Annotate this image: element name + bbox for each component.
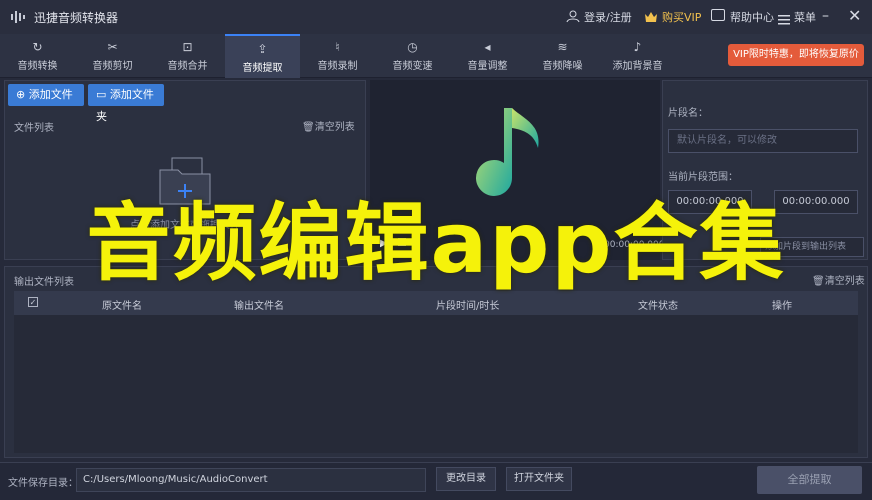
scissors-icon: ✂ [107,40,118,54]
tool-label: 添加背景音 [612,61,663,72]
tool-label: 音频剪切 [92,61,133,72]
refresh-icon: ↻ [32,40,43,54]
vip-promo-button[interactable]: VIP限时特惠，即将恢复原价 [728,44,864,66]
extract-all-button[interactable]: 全部提取 [757,466,862,494]
tool-extract[interactable]: ⇪ 音频提取 [225,34,300,78]
change-dir-button[interactable]: 更改目录 [436,467,496,491]
extract-icon: ⇪ [257,42,268,56]
merge-icon: ⊡ [182,40,193,54]
save-dir-input[interactable]: C:/Users/Mloong/Music/AudioConvert [76,468,426,492]
output-table-body [14,315,858,453]
segment-range-label: 当前片段范围： [668,172,738,183]
speed-icon: ◷ [407,40,418,54]
overlay-title: 音频编辑app合集 [86,194,786,292]
col-segment-time: 片段时间/时长 [436,301,500,312]
add-folder-button[interactable]: ▭ 添加文件夹 [88,84,164,123]
menu-button[interactable]: 菜单 [794,9,816,25]
tool-merge[interactable]: ⊡ 音频合并 [150,34,225,78]
help-icon [711,9,725,21]
clear-list-button[interactable]: 🗑清空列表 [302,118,355,133]
volume-icon: ◂ [484,40,491,54]
help-center-link[interactable]: 帮助中心 [730,9,774,25]
col-source-name: 原文件名 [102,301,142,312]
user-icon[interactable] [566,8,580,23]
plus-circle-icon: ⊕ [16,88,29,101]
tool-music-note[interactable]: ♪ 添加背景音 [600,34,675,78]
col-output-name: 输出文件名 [234,301,284,312]
segment-name-label: 片段名： [668,108,708,119]
save-dir-label: 文件保存目录： [8,478,78,489]
select-all-checkbox[interactable]: ✓ [28,297,38,307]
tool-label: 音量调整 [467,61,508,72]
tool-volume[interactable]: ◂ 音量调整 [450,34,525,78]
open-folder-button[interactable]: 打开文件夹 [506,467,572,491]
app-logo-icon [11,11,25,23]
tool-label: 音频变速 [392,61,433,72]
tool-refresh[interactable]: ↻ 音频转换 [0,34,75,78]
login-link[interactable]: 登录/注册 [584,9,632,25]
tool-scissors[interactable]: ✂ 音频剪切 [75,34,150,78]
tool-label: 音频提取 [242,63,283,74]
music-note-icon: ♪ [633,40,642,54]
mic-icon: ♮ [335,40,340,54]
tool-mic[interactable]: ♮ 音频录制 [300,34,375,78]
segment-name-input[interactable]: 默认片段名，可以修改 [668,129,858,153]
tool-label: 音频合并 [167,61,208,72]
noise-icon: ≋ [557,40,568,54]
menu-icon [778,10,790,25]
buy-vip-link[interactable]: 购买VIP [662,9,701,25]
tool-noise[interactable]: ≋ 音频降噪 [525,34,600,78]
minimize-button[interactable]: – [822,8,829,24]
vip-crown-icon [644,9,658,23]
tool-label: 音频降噪 [542,61,583,72]
app-title: 迅捷音频转换器 [34,11,119,25]
file-list-title: 文件列表 [14,123,54,134]
close-button[interactable]: ✕ [848,6,861,25]
tool-label: 音频录制 [317,61,358,72]
tool-speed[interactable]: ◷ 音频变速 [375,34,450,78]
col-file-status: 文件状态 [638,301,678,312]
tool-label: 音频转换 [17,61,58,72]
trash-icon: 🗑 [302,122,315,133]
folder-icon: ▭ [96,88,110,101]
col-actions: 操作 [772,301,792,312]
add-file-button[interactable]: ⊕ 添加文件 [8,84,84,106]
